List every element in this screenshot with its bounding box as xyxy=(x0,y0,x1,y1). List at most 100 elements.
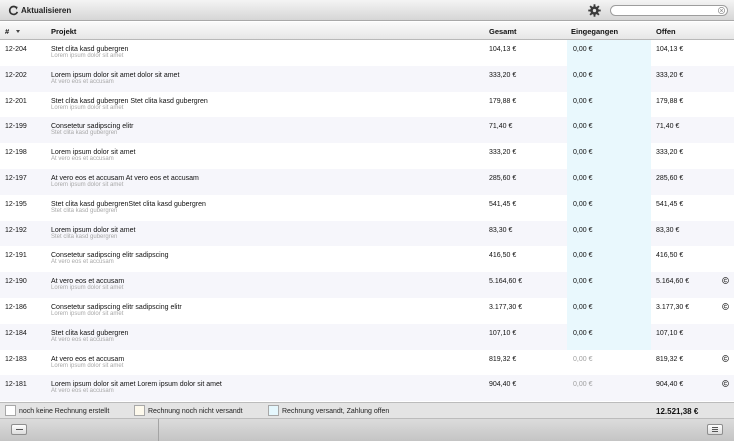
row-eingegangen: 0,00 € xyxy=(573,252,593,260)
row-eingegangen: 0,00 € xyxy=(573,226,593,234)
column-header-gesamt[interactable]: Gesamt xyxy=(489,27,517,36)
row-gesamt: 819,32 € xyxy=(489,355,517,363)
row-eingegangen: 0,00 € xyxy=(573,149,593,157)
table-row[interactable]: 12-198 Lorem ipsum dolor sit amet At ver… xyxy=(0,143,734,169)
row-offen: 819,32 € xyxy=(656,355,684,363)
row-subtitle: At vero eos et accusam xyxy=(51,78,114,85)
row-offen: 904,40 € xyxy=(656,381,684,389)
copyright-note-icon[interactable] xyxy=(722,277,729,285)
bottom-bar xyxy=(0,419,734,441)
bottom-divider xyxy=(158,419,159,441)
table-row[interactable]: 12-181 Lorem ipsum dolor sit amet Lorem … xyxy=(0,375,734,402)
copyright-note-icon[interactable] xyxy=(722,380,729,388)
invoice-table: 12-204 Stet clita kasd gubergren Lorem i… xyxy=(0,40,734,402)
row-eingegangen: 0,00 € xyxy=(573,278,593,286)
row-number: 12-191 xyxy=(5,252,27,260)
legend-swatch-sent xyxy=(268,405,279,416)
row-number: 12-202 xyxy=(5,71,27,79)
row-eingegangen: 0,00 € xyxy=(573,175,593,182)
row-subtitle: Lorem ipsum dolor sit amet xyxy=(51,362,124,369)
row-eingegangen: 0,00 € xyxy=(573,71,593,79)
remove-button[interactable] xyxy=(11,424,27,435)
row-subtitle: Lorem ipsum dolor sit amet xyxy=(51,53,124,59)
row-gesamt: 107,10 € xyxy=(489,329,517,337)
row-eingegangen: 0,00 € xyxy=(573,304,593,311)
row-gesamt: 333,20 € xyxy=(489,149,517,157)
row-gesamt: 104,13 € xyxy=(489,46,517,53)
column-header-projekt[interactable]: Projekt xyxy=(51,27,76,36)
row-gesamt: 541,45 € xyxy=(489,200,517,208)
table-row[interactable]: 12-192 Lorem ipsum dolor sit amet Stet c… xyxy=(0,220,734,247)
row-eingegangen: 0,00 € xyxy=(573,97,593,105)
row-number: 12-192 xyxy=(5,226,27,234)
copyright-note-icon[interactable] xyxy=(722,354,729,362)
legend-bar: noch keine Rechnung erstellt Rechnung no… xyxy=(0,402,734,419)
table-row[interactable]: 12-204 Stet clita kasd gubergren Lorem i… xyxy=(0,40,734,66)
row-gesamt: 71,40 € xyxy=(489,123,513,131)
row-gesamt: 5.164,60 € xyxy=(489,278,523,286)
row-subtitle: Lorem ipsum dolor sit amet xyxy=(51,182,124,188)
row-number: 12-184 xyxy=(5,329,27,337)
row-offen: 3.177,30 € xyxy=(656,304,690,311)
refresh-icon[interactable] xyxy=(8,5,19,16)
table-row[interactable]: 12-191 Consetetur sadipscing elitr sadip… xyxy=(0,246,734,273)
row-number: 12-204 xyxy=(5,46,27,53)
refresh-label[interactable]: Aktualisieren xyxy=(21,5,71,16)
gear-icon[interactable] xyxy=(588,4,601,17)
row-offen: 416,50 € xyxy=(656,252,684,260)
legend-label-unsent: Rechnung noch nicht versandt xyxy=(148,408,243,415)
copyright-note-icon[interactable] xyxy=(722,303,729,310)
row-offen: 285,60 € xyxy=(656,175,684,182)
row-number: 12-198 xyxy=(5,149,27,157)
total-offen: 12.521,38 € xyxy=(656,407,699,416)
row-subtitle: Stet clita kasd gubergren xyxy=(51,130,118,137)
row-gesamt: 333,20 € xyxy=(489,71,517,79)
table-row[interactable]: 12-199 Consetetur sadipscing elitr Stet … xyxy=(0,117,734,144)
row-subtitle: At vero eos et accusam xyxy=(51,388,114,395)
table-row[interactable]: 12-195 Stet clita kasd gubergrenStet cli… xyxy=(0,194,734,221)
row-number: 12-183 xyxy=(5,355,27,363)
row-eingegangen: 0,00 € xyxy=(573,355,593,363)
search-clear-icon[interactable] xyxy=(718,7,725,14)
row-subtitle: At vero eos et accusam xyxy=(51,156,114,163)
column-header-number[interactable]: # xyxy=(5,27,9,36)
row-subtitle: Stet clita kasd gubergren xyxy=(51,207,118,214)
row-offen: 333,20 € xyxy=(656,71,684,79)
row-offen: 83,30 € xyxy=(656,226,680,234)
row-subtitle: Lorem ipsum dolor sit amet xyxy=(51,285,124,292)
row-subtitle: At vero eos et accusam xyxy=(51,259,114,266)
table-row[interactable]: 12-201 Stet clita kasd gubergren Stet cl… xyxy=(0,91,734,118)
table-row[interactable]: 12-186 Consetetur sadipscing elitr sadip… xyxy=(0,298,734,324)
row-gesamt: 416,50 € xyxy=(489,252,517,260)
row-offen: 5.164,60 € xyxy=(656,278,690,286)
minus-icon xyxy=(16,429,23,431)
menu-button[interactable] xyxy=(707,424,723,435)
column-header-offen[interactable]: Offen xyxy=(656,27,676,36)
table-row[interactable]: 12-190 At vero eos et accusam Lorem ipsu… xyxy=(0,272,734,298)
legend-swatch-none xyxy=(5,405,16,416)
table-row[interactable]: 12-202 Lorem ipsum dolor sit amet dolor … xyxy=(0,65,734,92)
row-eingegangen: 0,00 € xyxy=(573,381,593,389)
list-menu-icon xyxy=(712,427,718,432)
row-eingegangen: 0,00 € xyxy=(573,46,593,53)
row-subtitle: Lorem ipsum dolor sit amet xyxy=(51,311,124,317)
row-offen: 104,13 € xyxy=(656,46,684,53)
row-subtitle: Lorem ipsum dolor sit amet xyxy=(51,104,124,111)
table-row[interactable]: 12-183 At vero eos et accusam Lorem ipsu… xyxy=(0,350,734,376)
row-gesamt: 285,60 € xyxy=(489,175,517,182)
sort-down-icon[interactable] xyxy=(16,30,20,33)
column-header-eingegangen[interactable]: Eingegangen xyxy=(571,27,618,36)
row-number: 12-197 xyxy=(5,175,27,182)
row-eingegangen: 0,00 € xyxy=(573,200,593,208)
row-offen: 107,10 € xyxy=(656,329,684,337)
search-input[interactable] xyxy=(610,5,728,16)
table-row[interactable]: 12-184 Stet clita kasd gubergren At vero… xyxy=(0,323,734,350)
toolbar: Aktualisieren xyxy=(0,0,734,21)
row-offen: 71,40 € xyxy=(656,123,680,131)
row-number: 12-195 xyxy=(5,200,27,208)
legend-label-sent: Rechnung versandt, Zahlung offen xyxy=(282,408,390,415)
row-number: 12-201 xyxy=(5,97,27,105)
table-row[interactable]: 12-197 At vero eos et accusam At vero eo… xyxy=(0,169,734,195)
row-offen: 333,20 € xyxy=(656,149,684,157)
row-eingegangen: 0,00 € xyxy=(573,123,593,131)
